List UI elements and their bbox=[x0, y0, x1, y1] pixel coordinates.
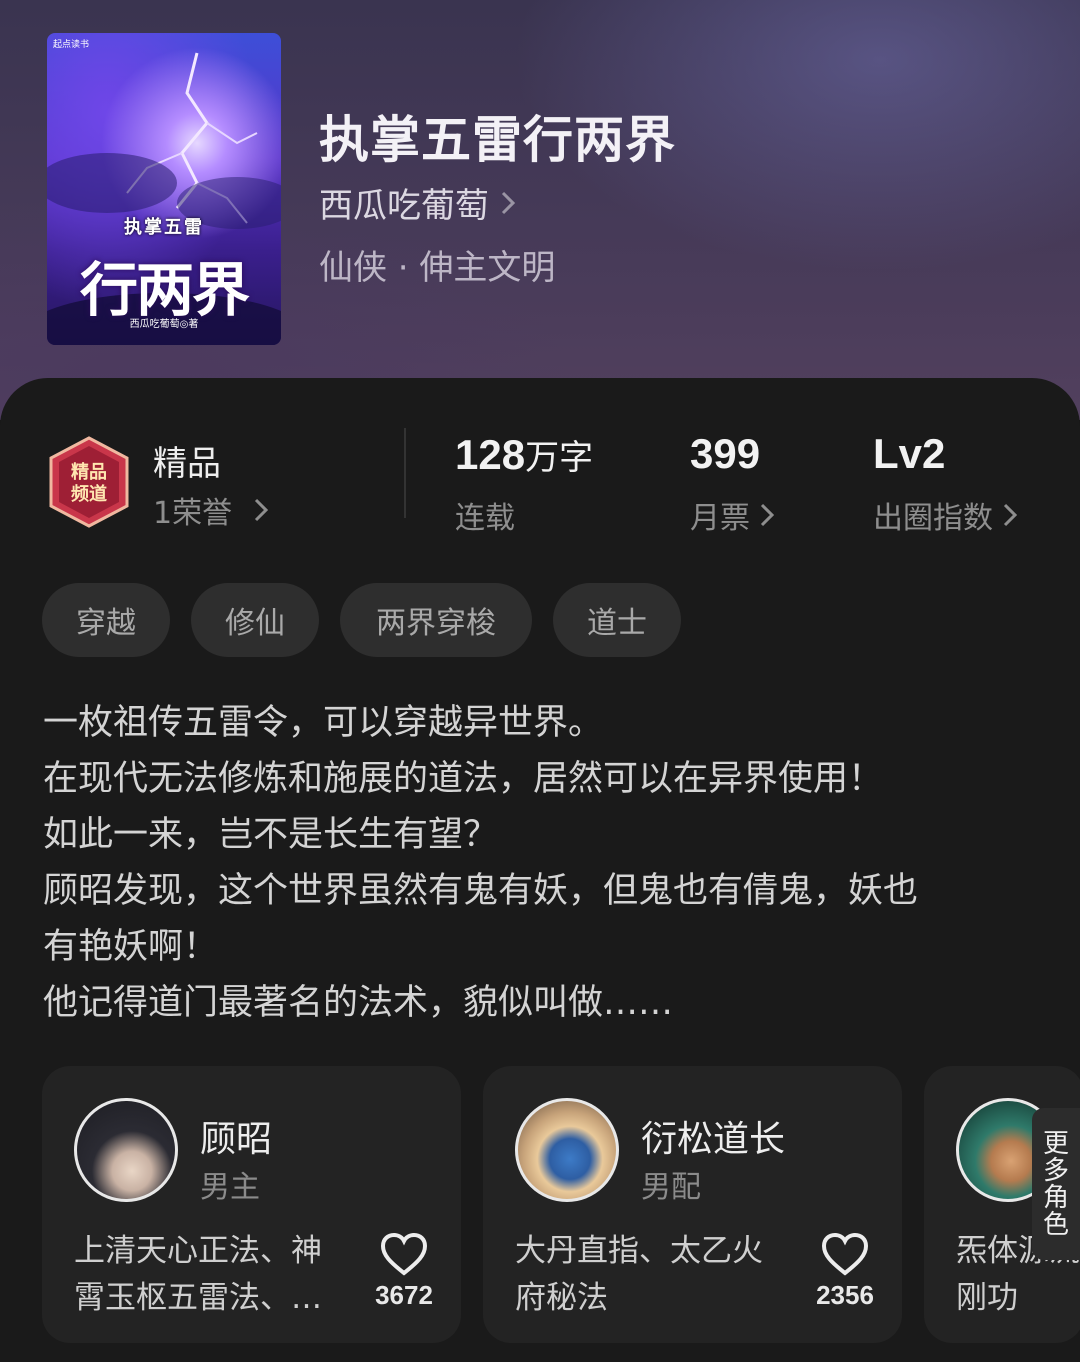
influence-index-label: 出圈指数 bbox=[873, 501, 993, 536]
synopsis-line: 如此一来，岂不是长生有望？ bbox=[43, 815, 499, 855]
svg-text:频道: 频道 bbox=[71, 483, 107, 505]
author-link[interactable]: 西瓜吃葡萄 bbox=[319, 178, 515, 227]
character-skills: 大丹直指、太乙火府秘法 bbox=[515, 1233, 763, 1316]
honor-count: 1荣誉 bbox=[153, 496, 233, 531]
heart-icon[interactable] bbox=[380, 1232, 428, 1276]
word-count: 128万字 bbox=[455, 430, 593, 479]
book-cover[interactable]: 起点读书 执掌五雷 行两界 西瓜吃葡萄◎著 bbox=[47, 33, 281, 345]
cover-author: 西瓜吃葡萄◎著 bbox=[129, 319, 199, 330]
premium-channel-badge-icon[interactable]: 精品 频道 bbox=[45, 436, 133, 528]
tag-chip[interactable]: 修仙 bbox=[191, 583, 319, 657]
author-name: 西瓜吃葡萄 bbox=[319, 186, 489, 226]
more-roles-button[interactable]: 更多角色 bbox=[1032, 1108, 1080, 1260]
chevron-right-icon bbox=[501, 191, 515, 214]
tag-chip[interactable]: 道士 bbox=[553, 583, 681, 657]
book-genre: 仙侠 · 伸主文明 bbox=[319, 248, 556, 288]
stats-divider bbox=[404, 428, 406, 518]
synopsis-line: 一枚祖传五雷令，可以穿越异世界。 bbox=[43, 703, 604, 743]
cover-subtitle: 执掌五雷 bbox=[124, 217, 204, 238]
honor-label: 精品 bbox=[153, 444, 221, 484]
monthly-ticket-label: 月票 bbox=[690, 501, 750, 536]
character-avatar bbox=[515, 1098, 619, 1202]
chevron-right-icon bbox=[760, 503, 774, 527]
book-title: 执掌五雷行两界 bbox=[319, 110, 676, 169]
monthly-ticket-link[interactable]: 月票 bbox=[690, 493, 774, 537]
character-likes: 3672 bbox=[375, 1280, 433, 1310]
character-name: 衍松道长 bbox=[641, 1119, 786, 1160]
chevron-right-icon bbox=[1003, 503, 1017, 527]
character-likes: 2356 bbox=[816, 1280, 874, 1310]
word-count-value: 128 bbox=[455, 431, 526, 478]
tag-chip[interactable]: 穿越 bbox=[42, 583, 170, 657]
cover-logo: 起点读书 bbox=[53, 40, 90, 50]
synopsis-line: 在现代无法修炼和施展的道法，居然可以在异界使用！ bbox=[43, 759, 884, 799]
monthly-ticket-count: 399 bbox=[690, 430, 761, 477]
book-synopsis[interactable]: 一枚祖传五雷令，可以穿越异世界。 在现代无法修炼和施展的道法，居然可以在异界使用… bbox=[43, 695, 1043, 1031]
character-name: 顾昭 bbox=[200, 1119, 273, 1160]
influence-index-link[interactable]: 出圈指数 bbox=[873, 493, 1017, 537]
character-skills: 上清天心正法、神霄玉枢五雷法、… bbox=[74, 1233, 322, 1316]
influence-level: Lv2 bbox=[873, 430, 946, 477]
more-roles-label: 更多角色 bbox=[1042, 1129, 1069, 1240]
svg-text:精品: 精品 bbox=[71, 461, 107, 483]
synopsis-line: 他记得道门最著名的法术，貌似叫做…… bbox=[43, 983, 674, 1023]
character-avatar bbox=[74, 1098, 178, 1202]
character-role: 男主 bbox=[200, 1170, 260, 1205]
character-card[interactable]: 顾昭 男主 上清天心正法、神霄玉枢五雷法、… 3672 bbox=[42, 1066, 461, 1343]
tag-chip[interactable]: 两界穿梭 bbox=[340, 583, 532, 657]
serial-status: 连载 bbox=[455, 501, 515, 536]
honor-link[interactable]: 1荣誉 bbox=[153, 488, 269, 532]
chevron-right-icon bbox=[255, 498, 269, 522]
character-role: 男配 bbox=[641, 1170, 701, 1205]
synopsis-line: 顾昭发现，这个世界虽然有鬼有妖，但鬼也有倩鬼，妖也 有艳妖啊！ bbox=[43, 871, 919, 967]
heart-icon[interactable] bbox=[821, 1232, 869, 1276]
word-count-unit: 万字 bbox=[525, 439, 594, 477]
character-card[interactable]: 衍松道长 男配 大丹直指、太乙火府秘法 2356 bbox=[483, 1066, 902, 1343]
